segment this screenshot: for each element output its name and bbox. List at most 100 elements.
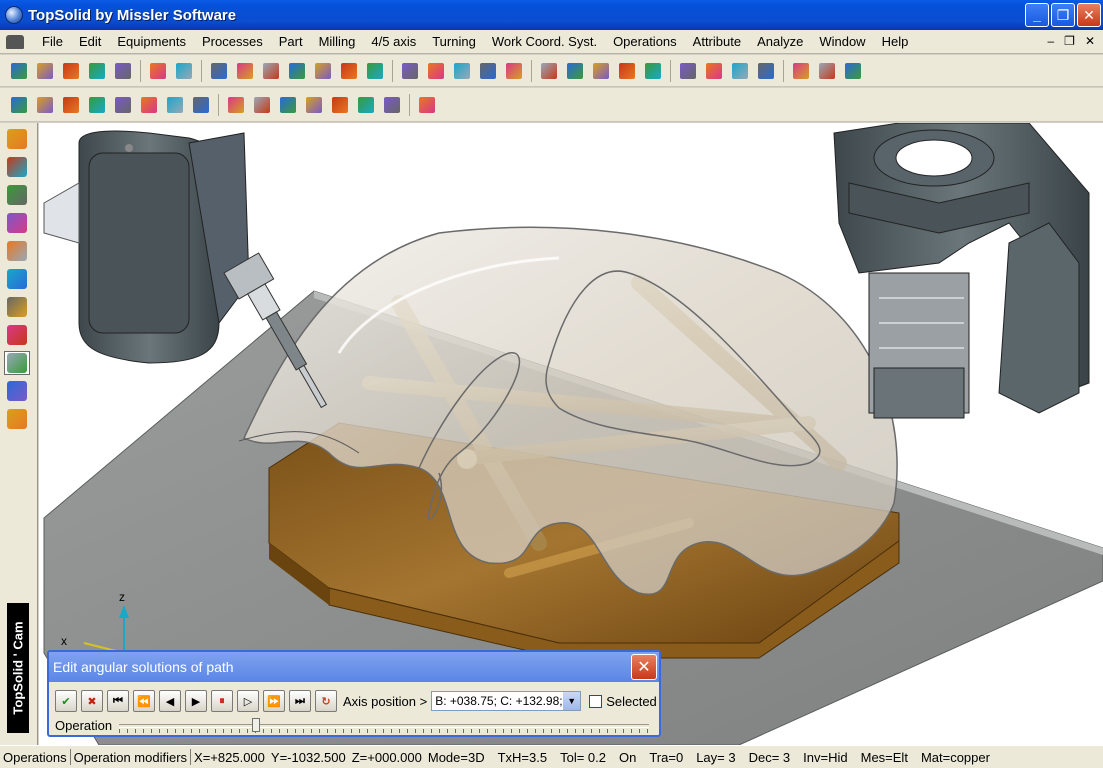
cam-toolbar <box>0 88 1103 122</box>
grid-icon[interactable] <box>816 60 838 82</box>
dialog-close-button[interactable]: ✕ <box>631 654 657 680</box>
point-icon[interactable] <box>703 60 725 82</box>
last-button[interactable]: ⏭ <box>289 690 311 712</box>
minimize-button[interactable]: _ <box>1025 3 1049 27</box>
menu-item-window[interactable]: Window <box>811 30 873 54</box>
play-button[interactable]: ▶ <box>185 690 207 712</box>
menu-item-part[interactable]: Part <box>271 30 311 54</box>
color-icon[interactable] <box>616 60 638 82</box>
pencil-icon[interactable] <box>4 127 30 151</box>
probe-icon[interactable] <box>642 60 664 82</box>
delete-icon[interactable] <box>147 60 169 82</box>
table-icon[interactable] <box>790 60 812 82</box>
cam-op-8-icon[interactable] <box>190 94 212 116</box>
mdi-close-button[interactable]: ✕ <box>1085 34 1095 48</box>
undo-icon[interactable] <box>173 60 195 82</box>
menu-item-help[interactable]: Help <box>874 30 917 54</box>
maximize-button[interactable]: ❐ <box>1051 3 1075 27</box>
document-car-icon[interactable] <box>6 34 24 49</box>
menu-item-turning[interactable]: Turning <box>424 30 484 54</box>
measure-icon[interactable] <box>260 60 282 82</box>
mdi-restore-button[interactable]: ❐ <box>1064 34 1075 48</box>
cross-icon[interactable] <box>425 60 447 82</box>
close-button[interactable]: ✕ <box>1077 3 1101 27</box>
app-logo-icon[interactable] <box>5 6 23 24</box>
cam-op-4-icon[interactable] <box>86 94 108 116</box>
line-tool-icon[interactable] <box>399 60 421 82</box>
solid-icon[interactable] <box>4 183 30 207</box>
cam-op-1-icon[interactable] <box>8 94 30 116</box>
path-1-icon[interactable] <box>303 94 325 116</box>
menu-item-processes[interactable]: Processes <box>194 30 271 54</box>
cam-icon[interactable] <box>4 351 30 375</box>
menu-item-analyze[interactable]: Analyze <box>749 30 811 54</box>
menu-item-edit[interactable]: Edit <box>71 30 109 54</box>
cam-op-3-icon[interactable] <box>60 94 82 116</box>
pause-button[interactable]: ⏸ <box>211 690 233 712</box>
first-button[interactable]: ⏮ <box>107 690 129 712</box>
tool-icon[interactable] <box>312 60 334 82</box>
robot-icon[interactable] <box>4 379 30 403</box>
menu-item-operations[interactable]: Operations <box>605 30 685 54</box>
previous-button[interactable]: ◀ <box>159 690 181 712</box>
new-icon[interactable] <box>8 60 30 82</box>
zoom-icon[interactable] <box>538 60 560 82</box>
pipe-icon[interactable] <box>416 94 438 116</box>
machine-icon[interactable] <box>4 295 30 319</box>
cancel-button[interactable]: ✖ <box>81 690 103 712</box>
flag-icon[interactable] <box>842 60 864 82</box>
cam-op-5-icon[interactable] <box>112 94 134 116</box>
sim-icon[interactable] <box>251 94 273 116</box>
paint-icon[interactable] <box>286 60 308 82</box>
cam-op-6-icon[interactable] <box>138 94 160 116</box>
status-segment[interactable]: Operations <box>0 750 70 765</box>
step-forward-button[interactable]: ⏩ <box>263 690 285 712</box>
step-back-button[interactable]: ⏪ <box>133 690 155 712</box>
status-segment[interactable]: Operation modifiers <box>71 750 190 765</box>
line-style-icon[interactable] <box>729 60 751 82</box>
layer-icon[interactable] <box>208 60 230 82</box>
bend-icon[interactable] <box>477 60 499 82</box>
menu-item-work-coord-syst-[interactable]: Work Coord. Syst. <box>484 30 605 54</box>
menu-item-equipments[interactable]: Equipments <box>109 30 194 54</box>
pan-icon[interactable] <box>590 60 612 82</box>
chevron-down-icon[interactable]: ▼ <box>563 692 581 710</box>
cam-op-2-icon[interactable] <box>34 94 56 116</box>
block-icon[interactable] <box>277 94 299 116</box>
path-3-icon[interactable] <box>355 94 377 116</box>
eraser-icon[interactable] <box>234 60 256 82</box>
stack-icon[interactable] <box>451 60 473 82</box>
next-button[interactable]: ▷ <box>237 690 259 712</box>
save-icon[interactable] <box>60 60 82 82</box>
cam-op-7-icon[interactable] <box>164 94 186 116</box>
axis-position-select[interactable]: B: +038.75; C: +132.98; ▼ <box>431 691 582 711</box>
stock-icon[interactable] <box>225 94 247 116</box>
dimension-icon[interactable] <box>503 60 525 82</box>
fit-icon[interactable] <box>564 60 586 82</box>
drill-icon[interactable] <box>4 239 30 263</box>
edit-icon[interactable] <box>4 211 30 235</box>
reset-button[interactable]: ↻ <box>315 690 337 712</box>
move-icon[interactable] <box>364 60 386 82</box>
path-2-icon[interactable] <box>329 94 351 116</box>
menu-item-4-5-axis[interactable]: 4/5 axis <box>363 30 424 54</box>
mdi-minimize-button[interactable]: – <box>1047 34 1054 48</box>
hatch-icon[interactable] <box>755 60 777 82</box>
cube-icon[interactable] <box>4 323 30 347</box>
curve-icon[interactable] <box>4 155 30 179</box>
info-icon[interactable] <box>86 60 108 82</box>
part-icon[interactable] <box>4 407 30 431</box>
ok-button[interactable]: ✔ <box>55 690 77 712</box>
selected-checkbox[interactable] <box>589 694 603 708</box>
view-icon[interactable] <box>338 60 360 82</box>
slider-thumb[interactable] <box>251 717 260 732</box>
layer-tool-icon[interactable] <box>4 267 30 291</box>
check-icon[interactable] <box>381 94 403 116</box>
menu-item-file[interactable]: File <box>34 30 71 54</box>
color-swatch-icon[interactable] <box>677 60 699 82</box>
open-icon[interactable] <box>34 60 56 82</box>
operation-slider[interactable] <box>119 717 649 733</box>
menu-item-milling[interactable]: Milling <box>311 30 364 54</box>
print-icon[interactable] <box>112 60 134 82</box>
menu-item-attribute[interactable]: Attribute <box>685 30 749 54</box>
